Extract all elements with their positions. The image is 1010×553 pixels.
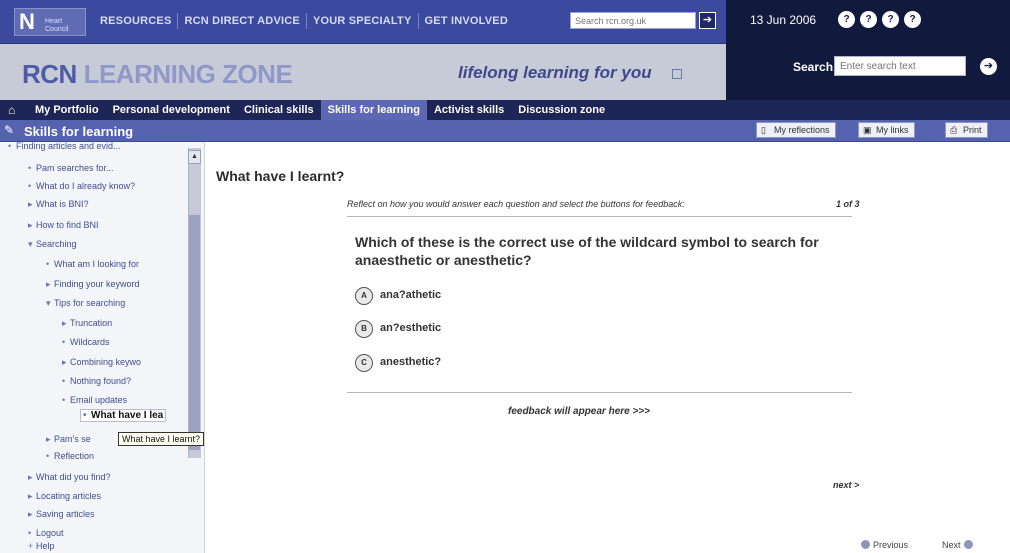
pencil-icon: ✎ <box>4 123 15 137</box>
my-links-label: My links <box>876 125 909 135</box>
my-links-button[interactable]: ▣ My links <box>858 122 915 138</box>
divider-top <box>347 216 852 217</box>
sidebar-item-what-do-i-know[interactable]: • What do I already know? <box>28 181 135 191</box>
top-search-go-button[interactable]: ➔ <box>699 12 716 29</box>
print-icon: ⎙ <box>950 125 958 135</box>
sidebar-item-tips-for-searching[interactable]: ▾ Tips for searching <box>46 298 125 309</box>
next-page-link[interactable]: Next <box>942 540 976 550</box>
question-progress: 1 of 3 <box>836 199 860 209</box>
main-nav: ⌂ My Portfolio Personal development Clin… <box>0 100 1010 120</box>
rcn-site-search-input[interactable] <box>570 12 696 29</box>
tagline-box-icon <box>672 69 682 79</box>
nav-skills-for-learning[interactable]: Skills for learning <box>320 100 427 120</box>
doc-icon: ▯ <box>761 125 766 135</box>
section-title: Skills for learning <box>24 124 134 139</box>
top-nav-rcn-direct-advice[interactable]: RCN DIRECT ADVICE <box>178 13 307 29</box>
sidebar-item-searching[interactable]: ▾ Searching <box>28 239 77 250</box>
link-icon: ▣ <box>863 125 872 135</box>
top-nav-get-involved[interactable]: GET INVOLVED <box>419 13 514 29</box>
nav-activist-skills[interactable]: Activist skills <box>427 100 511 120</box>
page-title: What have I learnt? <box>216 168 345 184</box>
sidebar-item-help[interactable]: + Help <box>28 541 55 551</box>
sidebar-item-truncation[interactable]: ▸ Truncation <box>62 318 112 329</box>
sidebar-item-saving-articles[interactable]: ▸ Saving articles <box>28 509 95 520</box>
search-input[interactable] <box>834 56 966 76</box>
feedback-area: feedback will appear here >>> <box>508 406 651 417</box>
scroll-up-icon[interactable]: ▲ <box>188 150 201 164</box>
search-go-button[interactable]: ➔ <box>980 58 997 75</box>
previous-arrow-icon <box>861 540 870 549</box>
option-c-icon[interactable]: C <box>355 354 373 372</box>
logo-small-text: Heart Council <box>45 18 69 33</box>
option-b-label: an?esthetic <box>380 322 442 334</box>
sidebar-item-finding-your-keyword[interactable]: ▸ Finding your keyword <box>46 279 140 290</box>
sidebar-item-what-am-i-looking-for[interactable]: • What am I looking for <box>46 259 139 269</box>
quiz-question: Which of these is the correct use of the… <box>355 234 819 268</box>
brand-tagline: lifelong learning for you <box>458 63 652 82</box>
nav-clinical-skills[interactable]: Clinical skills <box>237 100 321 120</box>
option-a-icon[interactable]: A <box>355 287 373 305</box>
circle-icon-2[interactable]: ? <box>860 11 877 28</box>
my-reflections-label: My reflections <box>774 125 830 135</box>
rcn-logo[interactable]: N Heart Council <box>14 8 86 36</box>
my-reflections-button[interactable]: ▯ My reflections <box>756 122 836 138</box>
sidebar-item-what-have-i-learnt[interactable]: • What have I lea <box>80 409 167 422</box>
next-arrow-icon <box>963 540 973 549</box>
sidebar-item-how-to-find-bni[interactable]: ▸ How to find BNI <box>28 220 99 231</box>
sidebar-item-finding-articles[interactable]: • Finding articles and evid... <box>8 141 121 151</box>
site-brand[interactable]: RCN LEARNING ZONE <box>22 59 293 90</box>
nav-my-portfolio[interactable]: My Portfolio <box>28 100 106 120</box>
search-label: Search <box>793 60 834 74</box>
print-button[interactable]: ⎙ Print <box>945 122 988 138</box>
sidebar-item-locating-articles[interactable]: ▸ Locating articles <box>28 491 101 502</box>
sidebar-tooltip: What have I learnt? <box>118 432 205 446</box>
sidebar-scroll-thumb[interactable] <box>189 215 200 450</box>
sidebar-item-logout[interactable]: • Logout <box>28 528 64 538</box>
nav-discussion-zone[interactable]: Discussion zone <box>511 100 612 120</box>
sidebar-item-combining-keywords[interactable]: ▸ Combining keywo <box>62 357 141 368</box>
print-label: Print <box>963 125 982 135</box>
top-nav-resources[interactable]: RESOURCES <box>94 13 179 29</box>
next-label: Next <box>942 540 961 550</box>
brand-name: LEARNING ZONE <box>83 59 293 89</box>
sidebar-item-nothing-found[interactable]: • Nothing found? <box>62 376 131 386</box>
circle-icon-1[interactable]: ? <box>838 11 855 28</box>
previous-label: Previous <box>873 540 909 550</box>
sidebar-item-what-did-you-find[interactable]: ▸ What did you find? <box>28 472 111 483</box>
previous-page-link[interactable]: Previous <box>858 540 908 550</box>
nav-personal-development[interactable]: Personal development <box>106 100 237 120</box>
brand-rcn: RCN <box>22 59 84 89</box>
top-nav: RESOURCES RCN DIRECT ADVICE YOUR SPECIAL… <box>94 13 514 29</box>
top-nav-your-specialty[interactable]: YOUR SPECIALTY <box>307 13 419 29</box>
divider-bottom <box>347 392 852 393</box>
circle-icon-4[interactable]: ? <box>904 11 921 28</box>
sidebar-item-pams-search[interactable]: ▸ Pam's se <box>46 434 91 445</box>
home-icon[interactable]: ⌂ <box>8 103 15 117</box>
quiz-instruction: Reflect on how you would answer each que… <box>347 199 685 209</box>
next-question-link[interactable]: next > <box>833 480 859 490</box>
option-c-label: anesthetic? <box>380 356 442 368</box>
option-a-label: ana?athetic <box>380 289 442 301</box>
logo-letter: N <box>19 9 35 34</box>
option-b-icon[interactable]: B <box>355 320 373 338</box>
sidebar-item-email-updates[interactable]: • Email updates <box>62 395 127 405</box>
sidebar-item-what-is-bni[interactable]: ▸ What is BNI? <box>28 199 89 210</box>
sidebar-item-wildcards[interactable]: • Wildcards <box>62 337 110 347</box>
sidebar-item-reflection[interactable]: • Reflection <box>46 451 94 461</box>
circle-icon-3[interactable]: ? <box>882 11 899 28</box>
sidebar-item-pam-searches[interactable]: • Pam searches for... <box>28 163 114 173</box>
current-date: 13 Jun 2006 <box>750 13 817 27</box>
